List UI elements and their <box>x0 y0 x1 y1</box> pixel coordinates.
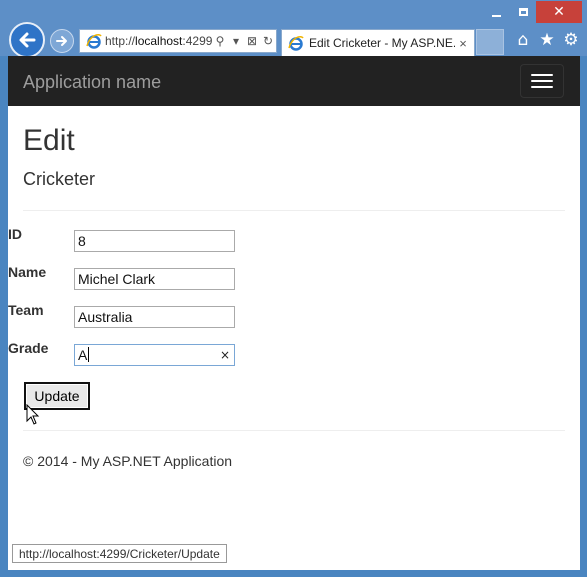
page-title: Edit <box>23 124 75 157</box>
search-icon[interactable]: ⚲ <box>212 34 228 48</box>
dropdown-icon[interactable]: ▾ <box>228 34 244 48</box>
home-icon[interactable]: ⌂ <box>513 30 533 50</box>
address-bar[interactable]: http://localhost:4299 ⚲ ▾ ⊠ ↻ <box>79 29 277 53</box>
back-button[interactable] <box>9 22 45 58</box>
grade-input-value: A <box>78 347 88 363</box>
compatibility-view-icon[interactable]: ⊠ <box>244 34 260 48</box>
arrow-right-icon <box>56 36 67 46</box>
footer-divider <box>23 430 565 431</box>
tab-title: Edit Cricketer - My ASP.NE... <box>309 36 455 50</box>
team-label: Team <box>8 302 44 318</box>
maximize-button[interactable] <box>510 1 536 23</box>
arrow-left-icon <box>19 32 36 48</box>
minimize-button[interactable] <box>482 1 510 23</box>
grade-label: Grade <box>8 340 49 356</box>
text-caret <box>88 347 90 362</box>
name-input[interactable]: Michel Clark <box>74 268 235 290</box>
navbar: Application name <box>8 56 580 106</box>
main-content: Edit Cricketer <box>8 124 580 211</box>
refresh-icon[interactable]: ↻ <box>260 34 276 48</box>
divider <box>23 210 565 211</box>
team-input[interactable]: Australia <box>74 306 235 328</box>
new-tab-button[interactable] <box>476 29 504 55</box>
name-label: Name <box>8 264 47 280</box>
ie-logo-icon <box>86 34 102 49</box>
navbar-brand[interactable]: Application name <box>23 72 161 93</box>
url-scheme: http:// <box>105 34 136 48</box>
page-viewport: Application name Edit Cricketer ID 8 Nam… <box>8 56 580 570</box>
address-url: http://localhost:4299 <box>105 34 212 48</box>
clear-input-icon[interactable]: × <box>220 345 230 365</box>
id-label: ID <box>8 226 22 242</box>
tab-close-icon[interactable]: × <box>455 36 471 51</box>
hamburger-bar <box>531 74 553 76</box>
status-bar-url: http://localhost:4299/Cricketer/Update <box>12 544 227 563</box>
ie-logo-icon <box>288 36 304 51</box>
favorites-star-icon[interactable]: ★ <box>537 30 557 50</box>
hamburger-bar <box>531 80 553 82</box>
browser-tab[interactable]: Edit Cricketer - My ASP.NE... × <box>281 29 475 56</box>
url-port: :4299 <box>182 34 212 48</box>
hamburger-bar <box>531 86 553 88</box>
grade-input[interactable]: A × <box>74 344 235 366</box>
settings-gear-icon[interactable]: ⚙ <box>561 30 581 50</box>
window-close-button[interactable]: ✕ <box>536 1 582 23</box>
mouse-pointer-icon <box>26 404 40 425</box>
browser-chrome: ✕ http://localhost:4299 ⚲ ▾ ⊠ ↻ Edit Cri… <box>0 0 587 58</box>
minimize-icon <box>491 15 501 17</box>
forward-button[interactable] <box>50 29 74 53</box>
maximize-icon <box>518 8 528 16</box>
footer-copyright: © 2014 - My ASP.NET Application <box>23 453 233 469</box>
id-input[interactable]: 8 <box>74 230 235 252</box>
url-host: localhost <box>135 34 183 48</box>
page-subtitle: Cricketer <box>23 169 96 189</box>
navbar-toggle-button[interactable] <box>520 64 564 98</box>
